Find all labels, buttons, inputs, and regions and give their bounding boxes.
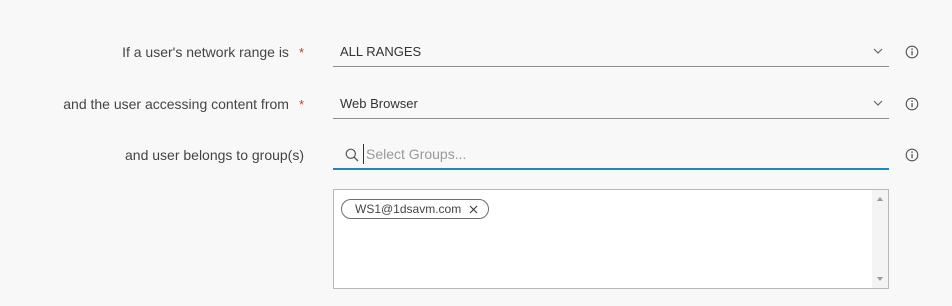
access-from-select[interactable]: Web Browser (333, 89, 889, 119)
access-policy-rule-form: If a user's network range is * ALL RANGES… (0, 0, 952, 306)
access-from-row: and the user accessing content from * Web… (0, 89, 952, 119)
info-icon[interactable] (905, 45, 919, 59)
info-icon[interactable] (905, 148, 919, 162)
search-icon (345, 148, 359, 162)
network-range-value: ALL RANGES (340, 44, 422, 59)
network-range-label-text: If a user's network range is (122, 44, 289, 60)
access-from-label-text: and the user accessing content from (63, 96, 289, 112)
close-icon[interactable] (469, 205, 478, 214)
groups-label-text: and user belongs to group(s) (125, 147, 304, 163)
network-range-label: If a user's network range is * (122, 37, 304, 67)
access-from-label: and the user accessing content from * (63, 89, 304, 119)
scroll-down-arrow-icon[interactable] (876, 276, 884, 282)
selected-groups-list[interactable]: WS1@1dsavm.com (333, 189, 889, 289)
network-range-select[interactable]: ALL RANGES (333, 37, 889, 67)
groups-row: and user belongs to group(s) (0, 140, 952, 170)
info-icon[interactable] (905, 97, 919, 111)
groups-search-input[interactable] (363, 144, 866, 164)
scrollbar[interactable] (872, 190, 888, 288)
access-from-value: Web Browser (340, 96, 418, 111)
network-range-row: If a user's network range is * ALL RANGES (0, 37, 952, 67)
required-marker: * (298, 45, 304, 60)
group-chip: WS1@1dsavm.com (341, 199, 490, 219)
scroll-up-arrow-icon[interactable] (876, 196, 884, 202)
groups-search-field[interactable] (333, 140, 889, 170)
group-chip-label: WS1@1dsavm.com (355, 202, 462, 216)
chevron-down-icon[interactable] (873, 46, 883, 56)
chevron-down-icon[interactable] (873, 98, 883, 108)
groups-label: and user belongs to group(s) (125, 140, 304, 170)
required-marker: * (298, 97, 304, 112)
